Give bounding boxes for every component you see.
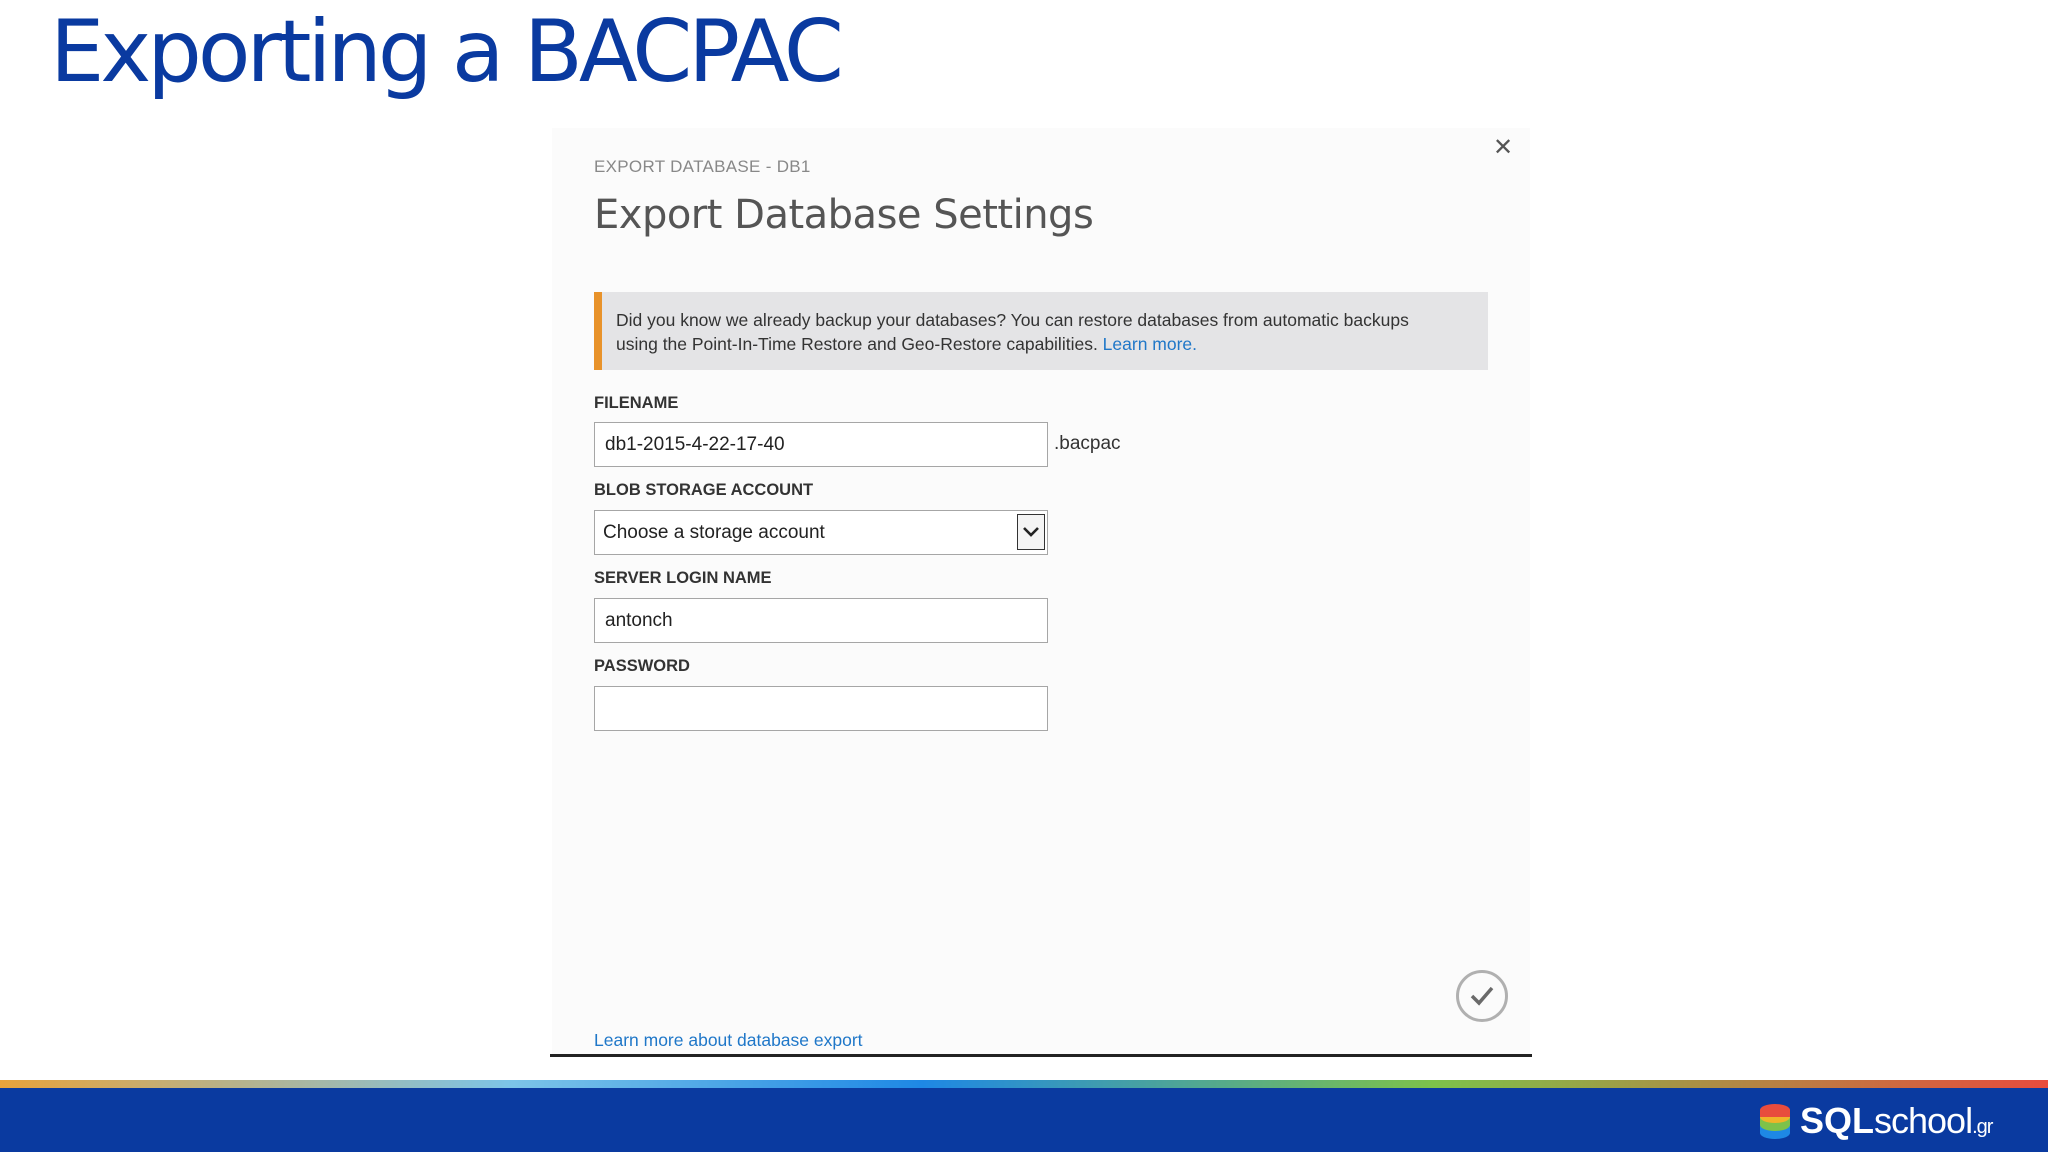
filename-input[interactable]: db1-2015-4-22-17-40: [594, 422, 1048, 467]
sqlschool-logo: SQLschool.gr: [1758, 1098, 1993, 1144]
notice-line-1: Did you know we already backup your data…: [616, 310, 1409, 330]
logo-bold: SQL: [1800, 1100, 1875, 1141]
server-login-input[interactable]: antonch: [594, 598, 1048, 643]
color-stripe: [0, 1080, 2048, 1088]
slide-title: Exporting a BACPAC: [50, 2, 844, 102]
bottom-bar: [0, 1088, 2048, 1152]
logo-text: SQLschool.gr: [1800, 1100, 1993, 1142]
learn-more-export-link[interactable]: Learn more about database export: [594, 1030, 863, 1051]
filename-value: db1-2015-4-22-17-40: [605, 433, 785, 455]
info-notice: Did you know we already backup your data…: [594, 292, 1488, 370]
logo-suffix: .gr: [1972, 1116, 1993, 1138]
dialog-heading: Export Database Settings: [594, 192, 1094, 238]
logo-light: school: [1874, 1100, 1973, 1141]
close-icon: ✕: [1493, 134, 1514, 161]
blob-storage-selected: Choose a storage account: [603, 521, 825, 543]
checkmark-icon: [1470, 986, 1494, 1006]
notice-line-2-text: using the Point-In-Time Restore and Geo-…: [616, 334, 1103, 354]
chevron-down-icon[interactable]: [1017, 514, 1045, 550]
confirm-button[interactable]: [1456, 970, 1508, 1022]
server-login-value: antonch: [605, 609, 673, 631]
notice-learn-more-link[interactable]: Learn more.: [1103, 334, 1197, 354]
password-label: PASSWORD: [594, 657, 690, 675]
filename-suffix: .bacpac: [1054, 433, 1121, 454]
filename-label: FILENAME: [594, 394, 679, 412]
blob-storage-select[interactable]: Choose a storage account: [594, 510, 1048, 555]
server-login-label: SERVER LOGIN NAME: [594, 569, 772, 587]
close-button[interactable]: ✕: [1493, 133, 1513, 163]
notice-line-2: using the Point-In-Time Restore and Geo-…: [616, 332, 1468, 356]
export-dialog: [552, 128, 1530, 1056]
blob-storage-label: BLOB STORAGE ACCOUNT: [594, 481, 814, 499]
dialog-bottom-rule: [550, 1054, 1532, 1057]
database-stack-icon: [1760, 1104, 1790, 1139]
password-input[interactable]: [594, 686, 1048, 731]
dialog-overline: EXPORT DATABASE - DB1: [594, 157, 811, 176]
